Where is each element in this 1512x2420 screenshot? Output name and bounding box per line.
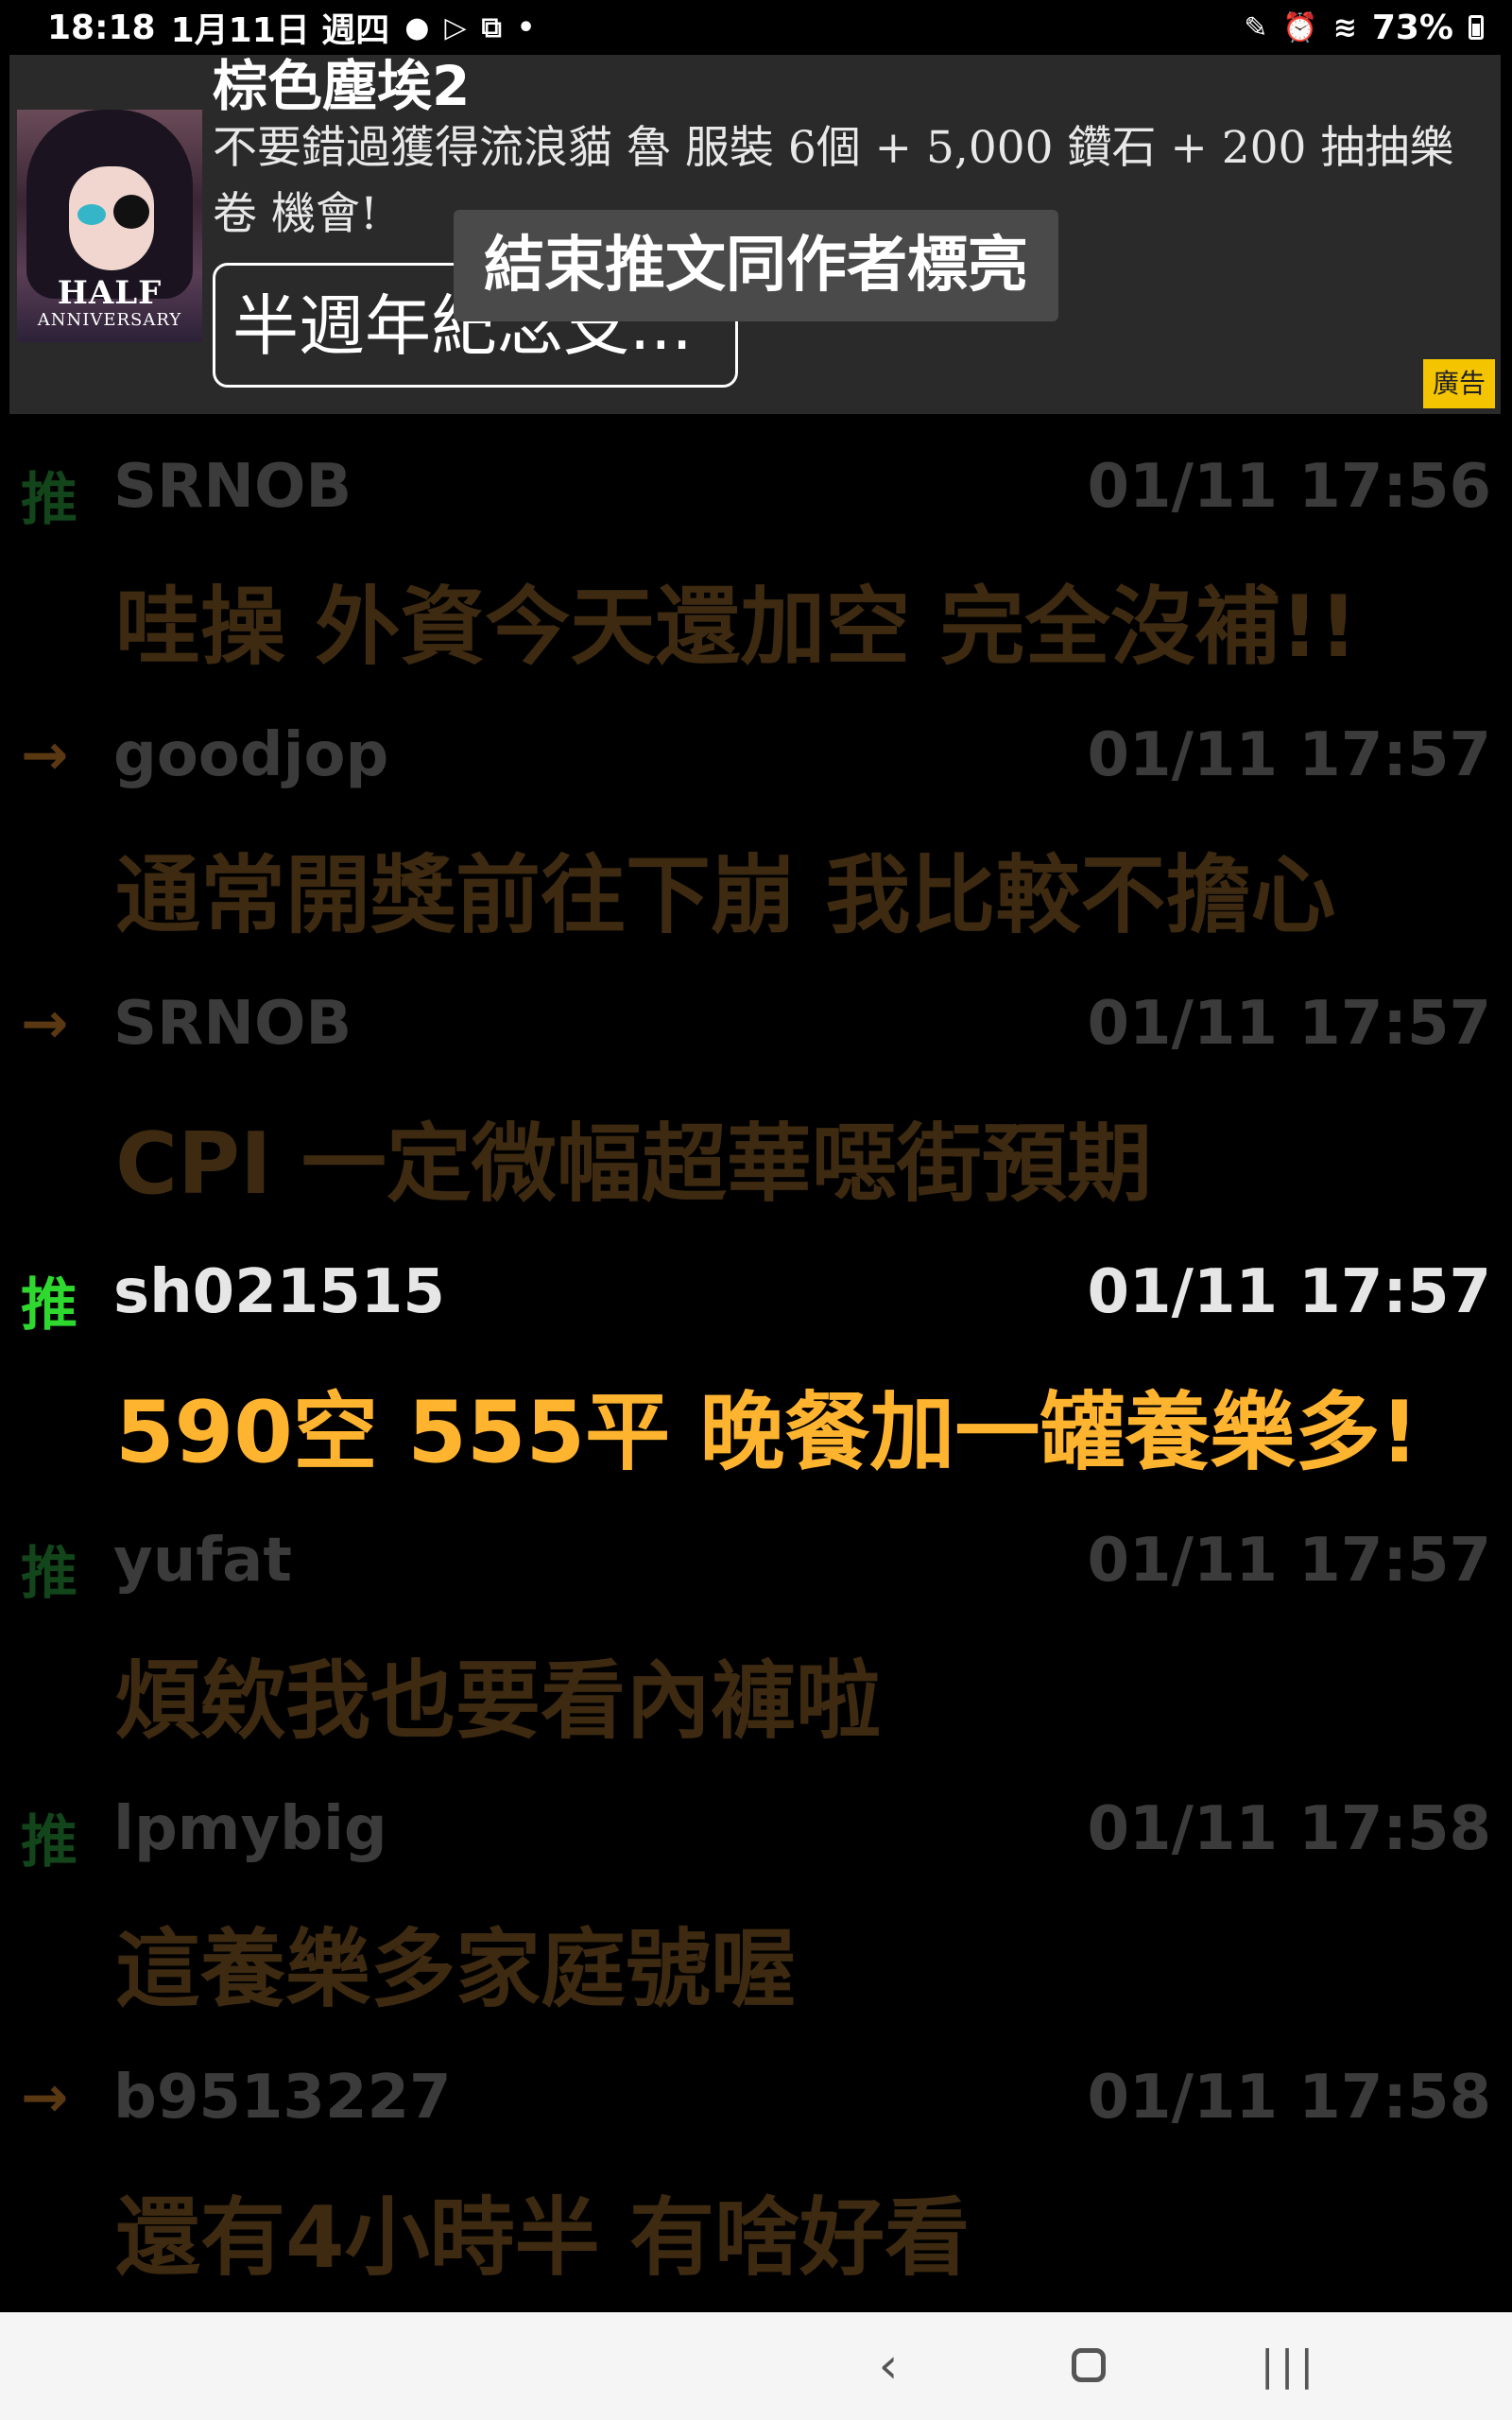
status-time: 18:18 [47,8,156,47]
comment-list: 推 SRNOB 01/11 17:56 哇操 外資今天還加空 完全沒補!! → … [0,416,1512,2295]
avatar-eyepatch [113,195,149,229]
comment-tag: → [21,2065,69,2131]
nav-bar: ‹ ||| [0,2312,1512,2420]
comment-tag: → [21,722,69,788]
ad-title: 棕色塵埃2 [213,55,471,118]
status-bar: 18:18 1月11日 週四 ● ▷ ⧉ • ✎ ⏰ ≋ 73% [0,0,1512,55]
recents-icon[interactable]: ||| [1252,2333,1328,2399]
comment-user[interactable]: yufat [113,1526,292,1596]
comment-text: 590空 555平 晚餐加一罐養樂多! [115,1383,1419,1482]
comment-text: 這養樂多家庭號喔 [115,1920,796,2019]
wifi-icon: ≋ [1332,10,1357,44]
comment-tag: 推 [21,467,77,533]
comment-user[interactable]: SRNOB [113,989,352,1059]
comment-tag: 推 [21,1272,77,1339]
avatar-badge-line2: ANNIVERSARY [37,310,182,330]
ad-avatar-image: HALF ANNIVERSARY [17,110,202,342]
status-date: 1月11日 週四 [170,11,390,50]
line-icon: ● [404,10,430,44]
ad-label-badge: 廣告 [1423,359,1495,408]
avatar-badge: HALF ANNIVERSARY [17,276,202,342]
comment-user[interactable]: SRNOB [113,452,352,522]
avatar-badge-line1: HALF [57,274,163,312]
comment-row: → goodjop 01/11 17:57 通常開獎前往下崩 我比較不擔心 [0,684,1512,953]
play-icon: ▷ [444,10,467,44]
comment-tag: 推 [21,1541,77,1607]
comment-text: 煩欸我也要看內褲啦 [115,1651,881,1751]
comment-user[interactable]: b9513227 [113,2063,452,2133]
comment-user[interactable]: sh021515 [113,1257,445,1327]
comment-row: 推 yufat 01/11 17:57 煩欸我也要看內褲啦 [0,1490,1512,1758]
comment-time: 01/11 17:56 [1087,452,1492,522]
back-icon[interactable]: ‹ [850,2333,926,2399]
comment-text: CPI 一定微幅超華噁街預期 [115,1115,1152,1214]
comment-text: 通常開獎前往下崩 我比較不擔心 [115,846,1336,945]
comment-user[interactable]: lpmybig [113,1794,387,1864]
dot-icon: • [516,10,536,44]
battery-icon [1469,15,1484,40]
alarm-icon: ⏰ [1282,10,1318,44]
comment-tag: → [21,991,69,1057]
comment-user[interactable]: goodjop [113,720,388,790]
toast-message: 結束推文同作者標亮 [454,210,1058,321]
comment-time: 01/11 17:57 [1087,1257,1492,1327]
comment-time: 01/11 17:58 [1087,1794,1492,1864]
status-right: ✎ ⏰ ≋ 73% [1244,9,1484,47]
comment-row: → SRNOB 01/11 17:57 CPI 一定微幅超華噁街預期 [0,953,1512,1221]
home-icon[interactable] [1072,2348,1106,2382]
comment-time: 01/11 17:57 [1087,1526,1492,1596]
dropbox-icon: ⧉ [481,10,502,44]
comment-time: 01/11 17:57 [1087,989,1492,1059]
comment-row: 推 SRNOB 01/11 17:56 哇操 外資今天還加空 完全沒補!! [0,416,1512,684]
comment-time: 01/11 17:58 [1087,2063,1492,2133]
comment-text: 哇操 外資今天還加空 完全沒補!! [115,578,1358,677]
comment-row: → b9513227 01/11 17:58 還有4小時半 有啥好看 [0,2027,1512,2295]
comment-time: 01/11 17:57 [1087,720,1492,790]
comment-text: 還有4小時半 有啥好看 [115,2188,970,2288]
comment-tag: 推 [21,1809,77,1876]
pen-icon: ✎ [1244,10,1268,44]
comment-row: 推 lpmybig 01/11 17:58 這養樂多家庭號喔 [0,1758,1512,2027]
comment-row: 推 sh021515 01/11 17:57 590空 555平 晚餐加一罐養樂… [0,1221,1512,1490]
avatar-eye [77,204,106,225]
status-left: 18:18 1月11日 週四 ● ▷ ⧉ • [47,3,535,52]
battery-percent: 73% [1371,8,1453,47]
